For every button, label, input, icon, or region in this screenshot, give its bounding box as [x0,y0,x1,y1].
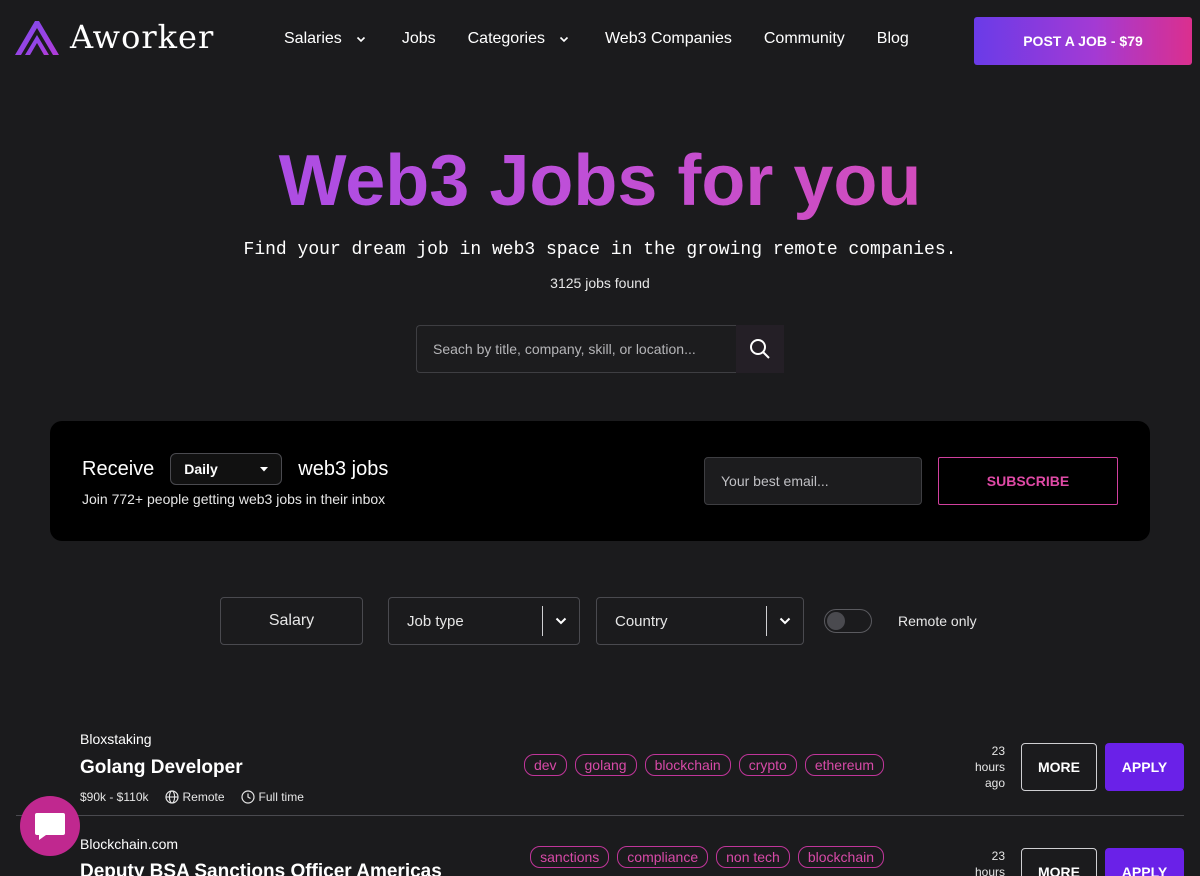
job-type-select[interactable]: Job type [388,597,580,645]
nav-item-jobs[interactable]: Jobs [402,28,436,50]
company-name: Bloxstaking [80,731,152,747]
salary-filter-label: Salary [268,612,315,629]
nav-item-categories[interactable]: Categories [468,28,569,50]
tag-non-tech[interactable]: non tech [716,846,790,868]
email-field[interactable] [704,457,922,505]
tag-dev[interactable]: dev [523,754,567,776]
posted-time-line: 23 [991,744,1005,758]
job-row[interactable]: Blockchain.com Deputy BSA Sanctions Offi… [16,816,1184,876]
chevron-down-icon [767,617,803,625]
nav-item-label: Jobs [401,30,436,47]
tag-blockchain[interactable]: blockchain [644,754,731,776]
tag-compliance[interactable]: compliance [617,846,709,868]
tag-sanctions[interactable]: sanctions [530,846,610,868]
web3-jobs-label: web3 jobs [298,457,389,480]
nav-item-web3-companies[interactable]: Web3 Companies [605,28,732,50]
more-button[interactable]: MORE [1021,848,1097,876]
tag-ethereum[interactable]: ethereum [804,754,884,776]
apply-button[interactable]: APPLY [1105,848,1184,876]
posted-time: 23 hours ago [965,743,1005,791]
job-salary: $90k - $110k [80,790,149,804]
logo[interactable]: Aworker [13,17,214,57]
chevron-down-icon [559,34,569,44]
posted-time-line: ago [984,776,1005,790]
country-label: Country [615,612,668,630]
brand-name: Aworker [70,18,215,56]
clock-icon [240,790,255,804]
job-type-label: Full time [258,790,304,804]
search-input[interactable] [416,325,736,373]
tag-blockchain[interactable]: blockchain [797,846,884,868]
job-location-label: Remote [182,790,225,804]
chevron-down-icon [543,617,579,625]
chat-button[interactable] [20,796,80,856]
tag-crypto[interactable]: crypto [738,754,797,776]
country-select[interactable]: Country [596,597,804,645]
chat-bubble-icon [35,813,65,840]
search-icon [750,339,770,359]
receive-label: Receive [82,457,155,480]
job-tags: dev golang blockchain crypto ethereum [504,754,884,776]
posted-time-line: hours [974,865,1005,876]
nav-item-salaries[interactable]: Salaries [284,28,366,50]
salary-filter-button[interactable]: Salary [220,597,363,645]
join-text: Join 772+ people getting web3 jobs in th… [82,491,386,507]
job-type-label: Job type [407,612,464,630]
posted-time-line: hours [974,760,1005,774]
remote-only-label: Remote only [898,613,977,629]
subscribe-panel: Receive Daily web3 jobs Join 772+ people… [50,421,1150,541]
nav-item-label: Salaries [284,30,342,47]
job-type: Full time [240,790,304,804]
job-location: Remote [164,790,225,804]
search-button[interactable] [736,325,784,373]
caret-down-icon [260,466,269,471]
hero-subtitle: Find your dream job in web3 space in the… [243,240,957,260]
nav-item-label: Web3 Companies [604,30,732,47]
frequency-value: Daily [184,461,218,477]
nav-item-blog[interactable]: Blog [877,28,909,50]
job-meta: $90k - $110k Remote Full time [80,790,320,804]
tag-golang[interactable]: golang [574,754,637,776]
posted-time: 23 hours [965,848,1005,876]
hero-title: Web3 Jobs for you [0,140,1200,222]
chevron-down-icon [356,34,366,44]
more-button[interactable]: MORE [1021,743,1097,791]
company-name: Blockchain.com [80,836,179,852]
job-title[interactable]: Golang Developer [80,757,243,779]
job-title[interactable]: Deputy BSA Sanctions Officer Americas [80,861,442,876]
remote-only-toggle[interactable] [824,609,872,633]
job-tags: sanctions compliance non tech blockchain [504,846,884,868]
nav-item-label: Blog [876,30,909,47]
apply-button[interactable]: APPLY [1105,743,1184,791]
top-header: Aworker Salaries Jobs Categories Web3 Co… [0,0,1200,80]
globe-icon [164,790,179,804]
aworker-logo-icon [15,21,59,55]
nav-item-community[interactable]: Community [764,28,845,50]
main-nav: Salaries Jobs Categories Web3 Companies … [268,28,909,50]
job-row[interactable]: Bloxstaking Golang Developer $90k - $110… [16,720,1184,815]
post-job-button[interactable]: POST A JOB - $79 [974,17,1192,65]
frequency-select[interactable]: Daily [170,453,283,485]
search-bar [416,325,784,373]
nav-item-label: Community [763,30,845,47]
receive-row: Receive Daily web3 jobs [82,453,388,485]
subscribe-button[interactable]: SUBSCRIBE [938,457,1118,505]
toggle-knob [827,612,845,630]
nav-item-label: Categories [467,30,545,47]
jobs-found-count: 3125 jobs found [550,275,650,291]
posted-time-line: 23 [991,849,1005,863]
